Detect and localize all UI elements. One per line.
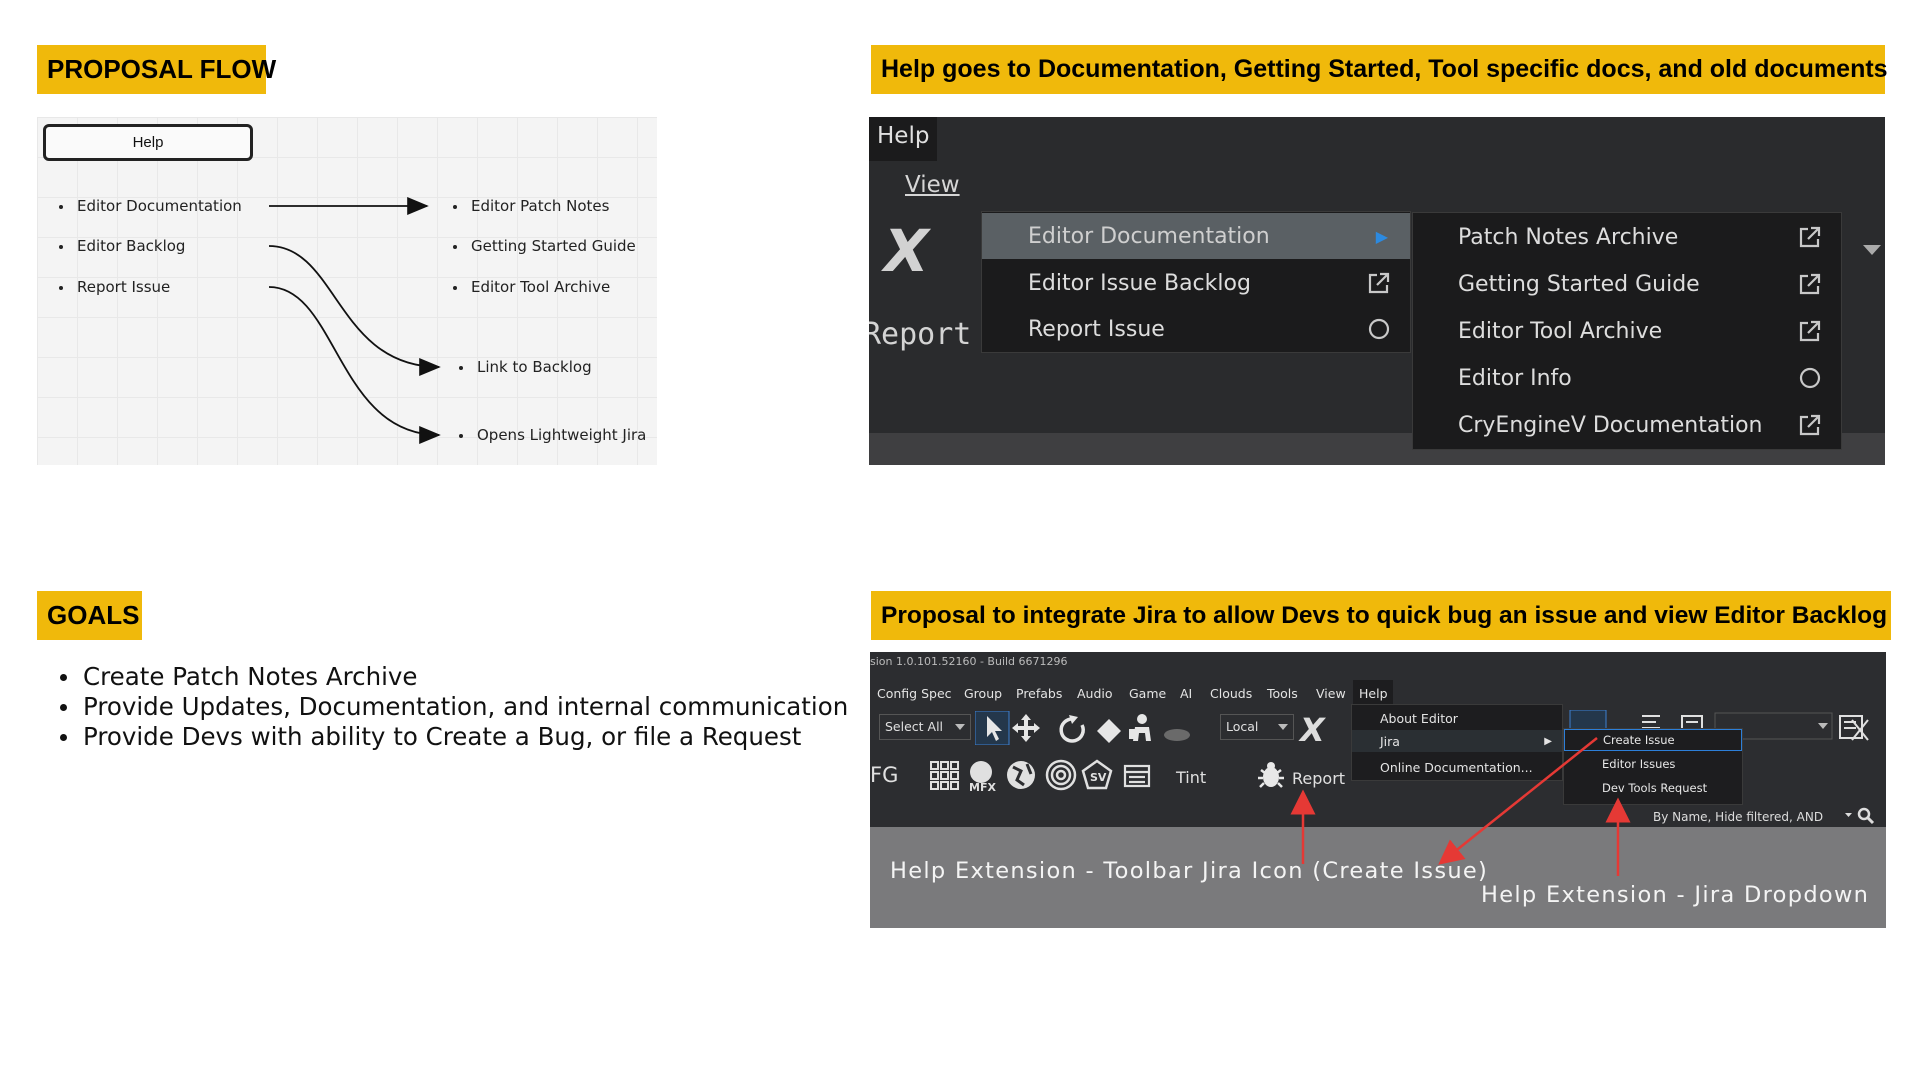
- submenu-cryenginev-documentation[interactable]: CryEngineV Documentation: [1413, 401, 1841, 449]
- external-link-icon: [1799, 320, 1821, 342]
- external-link-icon: [1799, 273, 1821, 295]
- submenu-patch-notes-archive[interactable]: Patch Notes Archive: [1413, 213, 1841, 261]
- submenu-arrow-icon: ▶: [1375, 226, 1388, 246]
- menu-item-editor-issue-backlog[interactable]: Editor Issue Backlog: [982, 260, 1410, 306]
- flow-arrow-report: [268, 286, 441, 444]
- submenu-editor-info[interactable]: Editor Info: [1413, 354, 1841, 402]
- circle-icon: [1799, 367, 1821, 389]
- flow-right-item: Editor Patch Notes: [453, 197, 609, 215]
- annotation-arrows: [1290, 737, 1631, 876]
- flow-right-item: Editor Tool Archive: [453, 278, 610, 296]
- menu-item-report-issue[interactable]: Report Issue: [982, 306, 1410, 352]
- flow-link-backlog: Link to Backlog: [459, 358, 592, 376]
- flow-right-item: Getting Started Guide: [453, 237, 636, 255]
- jira-integration-screenshot: sion 1.0.101.52160 - Build 6671296 Confi…: [870, 652, 1886, 928]
- report-label: Report: [869, 317, 972, 352]
- menu-item-editor-documentation[interactable]: Editor Documentation ▶: [982, 213, 1410, 259]
- goals-banner: GOALS: [37, 591, 142, 640]
- menu-view[interactable]: View: [905, 172, 960, 198]
- flow-help-box: Help: [43, 124, 253, 161]
- goals-list: Create Patch Notes Archive Provide Updat…: [60, 662, 848, 752]
- external-link-icon: [1368, 272, 1390, 294]
- proposal-flow-diagram: Help Editor Documentation Editor Backlog…: [37, 117, 657, 465]
- documentation-submenu: Patch Notes Archive Getting Started Guid…: [1412, 212, 1842, 450]
- flow-open-jira: Opens Lightweight Jira: [459, 426, 646, 444]
- help-goes-banner: Help goes to Documentation, Getting Star…: [871, 45, 1888, 94]
- x-axis-icon: X: [884, 217, 929, 285]
- flow-arrow-backlog: [268, 245, 441, 376]
- external-link-icon: [1799, 414, 1821, 436]
- help-dropdown: Editor Documentation ▶ Editor Issue Back…: [981, 211, 1411, 353]
- flow-left-item: Editor Documentation: [59, 197, 242, 215]
- chevron-down-icon[interactable]: [1863, 245, 1881, 255]
- goal-item: Provide Devs with ability to Create a Bu…: [60, 722, 848, 752]
- flow-left-item: Editor Backlog: [59, 237, 185, 255]
- submenu-getting-started-guide[interactable]: Getting Started Guide: [1413, 260, 1841, 308]
- circle-icon: [1368, 318, 1390, 340]
- help-menu-screenshot: View Help X Report Editor Documentation …: [869, 117, 1885, 465]
- arrow-to-create-issue: [1438, 737, 1598, 865]
- jira-proposal-banner: Proposal to integrate Jira to allow Devs…: [871, 591, 1891, 640]
- menu-help[interactable]: Help: [869, 117, 937, 161]
- goal-item: Provide Updates, Documentation, and inte…: [60, 692, 848, 722]
- submenu-editor-tool-archive[interactable]: Editor Tool Archive: [1413, 307, 1841, 355]
- external-link-icon: [1799, 226, 1821, 248]
- flow-left-item: Report Issue: [59, 278, 170, 296]
- proposal-flow-banner: PROPOSAL FLOW: [37, 45, 276, 94]
- goal-item: Create Patch Notes Archive: [60, 662, 848, 692]
